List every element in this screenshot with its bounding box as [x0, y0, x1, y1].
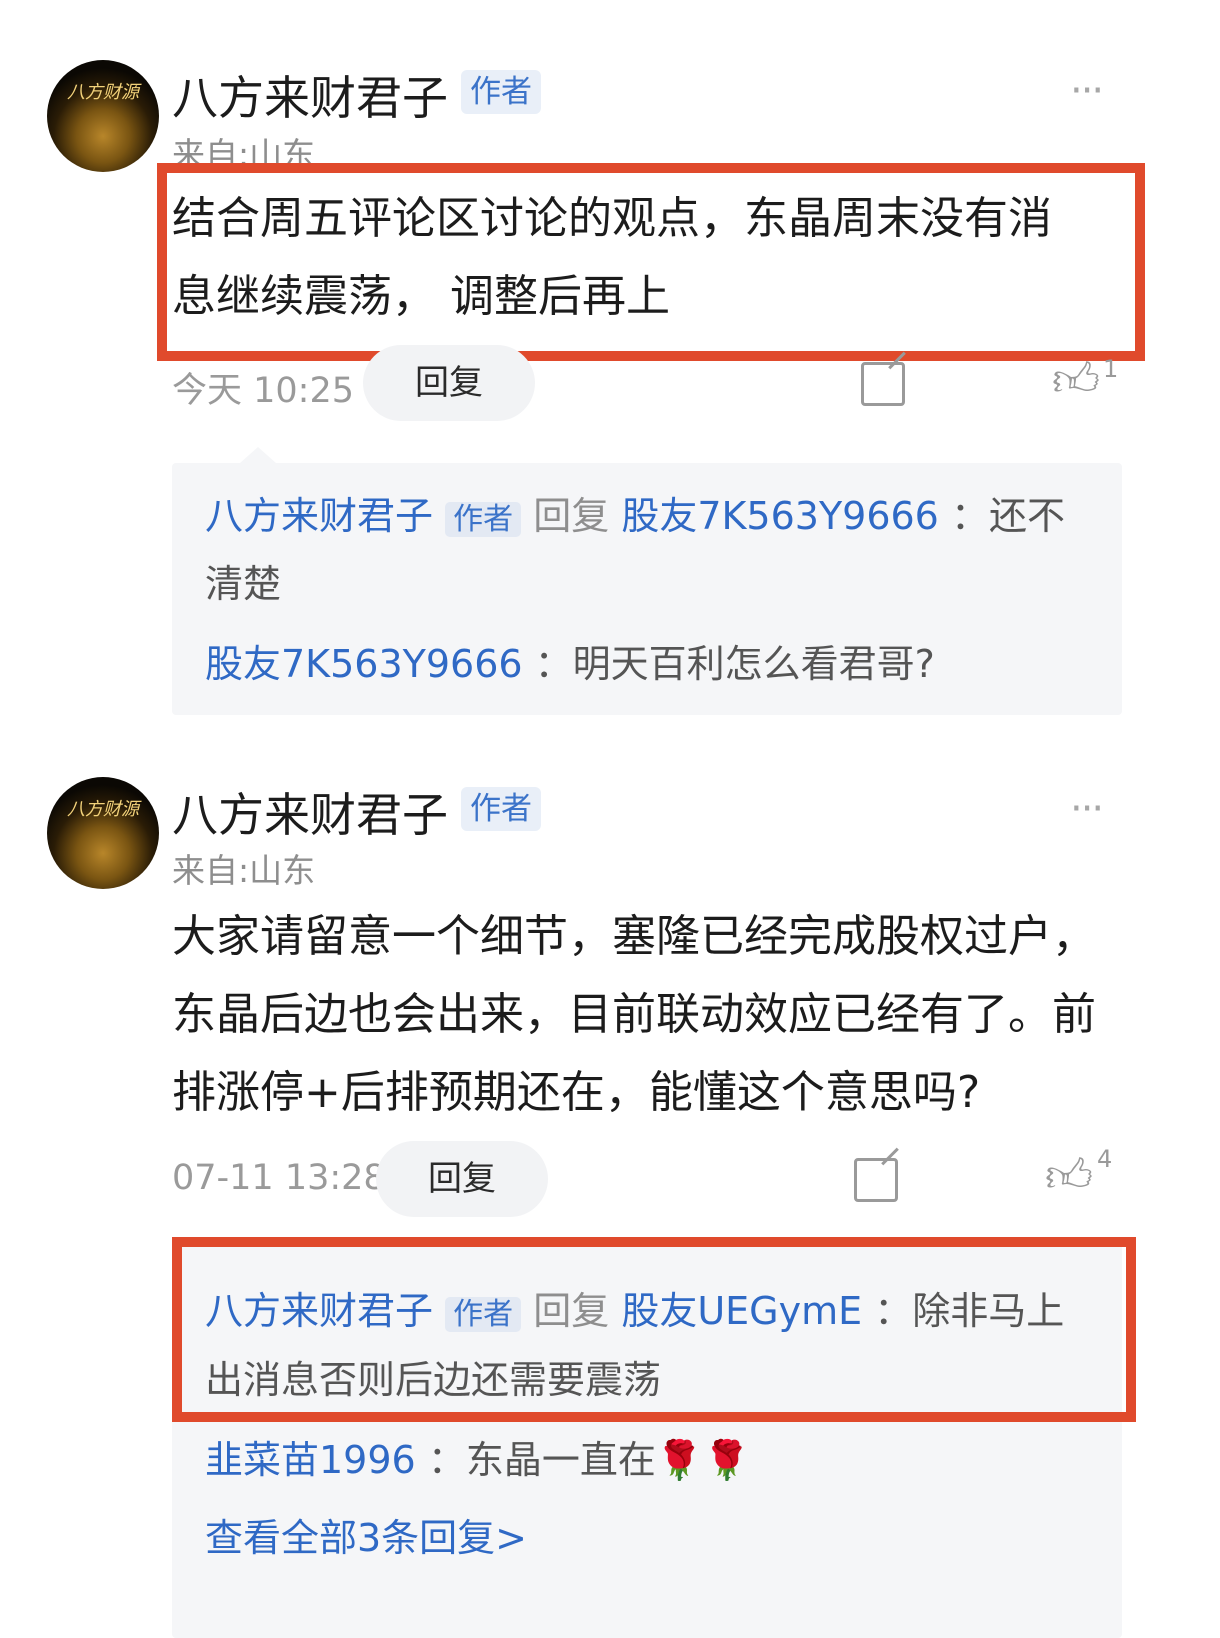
- comment-text-line1: 大家请留意一个细节，塞隆已经完成股权过户，: [172, 911, 1096, 962]
- reply-word: 回复: [533, 1289, 610, 1333]
- author-badge: 作者: [445, 1297, 522, 1332]
- avatar[interactable]: 八方财源: [47, 777, 159, 889]
- thread-reply-1[interactable]: 八方来财君子 作者 回复 股友7K563Y9666 ：还不: [205, 482, 1095, 554]
- thread-reply-1-cont: 出消息否则后边还需要震荡: [205, 1358, 662, 1402]
- author-name[interactable]: 八方来财君子: [172, 779, 448, 845]
- reply-author[interactable]: 八方来财君子: [205, 1289, 433, 1333]
- like-count: 4: [1097, 1145, 1113, 1173]
- reply-text: ：还不: [950, 494, 1065, 538]
- reply-author[interactable]: 八方来财君子: [205, 494, 433, 538]
- thread-reply-1[interactable]: 八方来财君子 作者 回复 股友UEGymE ：除非马上: [205, 1277, 1105, 1349]
- thumbs-up-icon[interactable]: 👍︎: [1045, 1148, 1093, 1204]
- author-badge: 作者: [461, 70, 541, 114]
- timestamp: 07-11 13:28: [172, 1158, 386, 1198]
- comment-text-line2: 息继续震荡， 调整后再上: [172, 271, 670, 322]
- reply-author[interactable]: 韭菜苗1996: [205, 1438, 416, 1482]
- reply-target[interactable]: 股友UEGymE: [621, 1289, 862, 1333]
- view-all-replies-link[interactable]: 查看全部3条回复>: [205, 1504, 527, 1572]
- thread-notch: [240, 447, 276, 463]
- author-name[interactable]: 八方来财君子: [172, 62, 448, 128]
- avatar-text: 八方财源: [67, 82, 139, 103]
- thread-reply-2[interactable]: 韭菜苗1996 ：东晶一直在🌹🌹: [205, 1426, 750, 1494]
- like-count: 1: [1103, 355, 1119, 383]
- reply-button[interactable]: 回复: [363, 345, 535, 421]
- comment-text-line2: 东晶后边也会出来，目前联动效应已经有了。前: [172, 989, 1096, 1040]
- author-badge: 作者: [461, 787, 541, 831]
- reply-author[interactable]: 股友7K563Y9666: [205, 642, 523, 686]
- reply-text: ：东晶一直在🌹🌹: [427, 1438, 751, 1482]
- timestamp: 今天 10:25: [172, 371, 354, 411]
- thread-reply-2[interactable]: 股友7K563Y9666 ：明天百利怎么看君哥?: [205, 630, 935, 698]
- comment-text-line3: 排涨停+后排预期还在，能懂这个意思吗?: [172, 1067, 981, 1118]
- share-icon[interactable]: [854, 1158, 898, 1202]
- reply-word: 回复: [533, 494, 610, 538]
- more-options-icon[interactable]: ···: [1070, 68, 1104, 114]
- avatar[interactable]: 八方财源: [47, 60, 159, 172]
- more-options-icon[interactable]: ···: [1070, 786, 1104, 832]
- share-icon[interactable]: [861, 362, 905, 406]
- reply-button[interactable]: 回复: [376, 1141, 548, 1217]
- author-badge: 作者: [445, 502, 522, 537]
- reply-target[interactable]: 股友7K563Y9666: [621, 494, 939, 538]
- reply-text: ：明天百利怎么看君哥?: [534, 642, 935, 686]
- avatar-text: 八方财源: [67, 799, 139, 820]
- location-label: 来自:山东: [172, 851, 316, 890]
- thumbs-up-icon[interactable]: 👍︎: [1052, 352, 1100, 408]
- comment-text-line1: 结合周五评论区讨论的观点，东晶周末没有消: [172, 193, 1052, 244]
- reply-text: ：除非马上: [874, 1289, 1065, 1333]
- thread-reply-1-cont: 清楚: [205, 562, 282, 606]
